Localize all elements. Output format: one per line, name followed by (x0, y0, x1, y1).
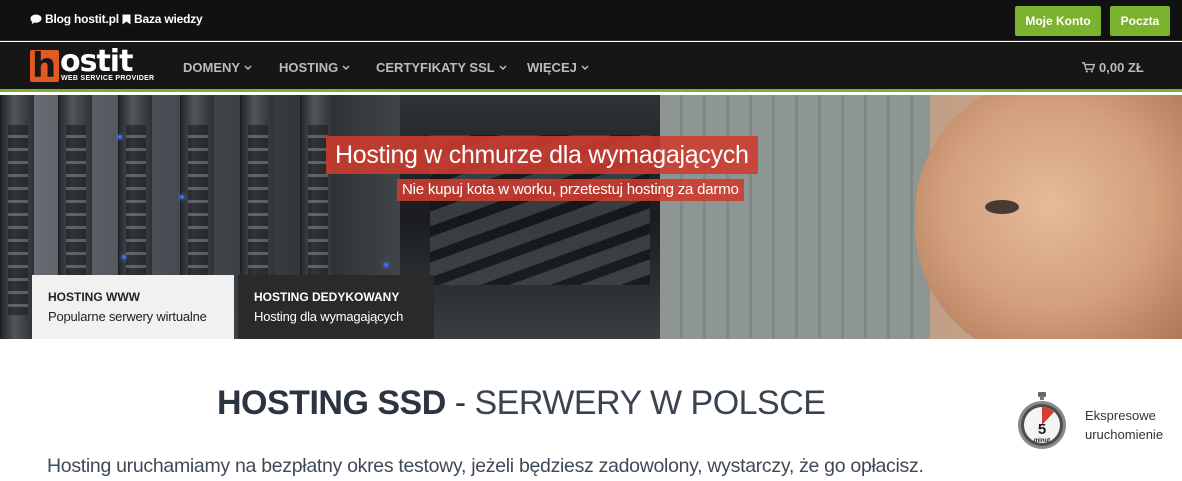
comment-icon (30, 14, 42, 24)
blog-link[interactable]: Blog hostit.pl (30, 12, 119, 26)
feature-label-line2: uruchomienie (1085, 427, 1164, 442)
mail-button[interactable]: Poczta (1110, 6, 1170, 36)
nav-item-hosting[interactable]: HOSTING (279, 60, 350, 75)
nav-item-label: HOSTING (279, 60, 339, 75)
chevron-down-icon (342, 64, 350, 70)
hero-subline: Nie kupuj kota w worku, przetestuj hosti… (397, 179, 744, 201)
cart-link[interactable]: 0,00 ZŁ (1082, 60, 1144, 75)
blog-link-label: Blog hostit.pl (45, 12, 119, 26)
background-wall-image (660, 95, 930, 339)
bookmark-icon (122, 14, 131, 24)
nav-item-label: DOMENY (183, 60, 241, 75)
server-led (384, 263, 388, 267)
tab-hosting-www[interactable]: HOSTING WWW Popularne serwery wirtualne (32, 275, 234, 339)
logo-word: ostit (60, 44, 133, 79)
chevron-down-icon (499, 64, 507, 70)
page-subtitle: Hosting uruchamiamy na bezpłatny okres t… (47, 455, 924, 477)
page-title-light: SERWERY W POLSCE (474, 384, 826, 422)
cart-icon (1082, 62, 1095, 73)
person-eye (985, 200, 1019, 214)
feature-label: Ekspresowe uruchomienie (1085, 406, 1163, 444)
page-title: HOSTING SSD - SERWERY W POLSCE (217, 384, 826, 423)
nav-item-domeny[interactable]: DOMENY (183, 60, 252, 75)
stopwatch-unit: minut (1034, 438, 1050, 444)
logo-tagline: WEB SERVICE PROVIDER (61, 75, 155, 82)
nav-item-label: CERTYFIKATY SSL (376, 60, 495, 75)
logo-mark: h (30, 46, 59, 86)
tab-title: HOSTING WWW (48, 290, 140, 304)
server-led (118, 135, 122, 139)
nav-item-wiecej[interactable]: WIĘCEJ (527, 60, 589, 75)
page-title-separator: - (445, 384, 475, 422)
server-led (122, 255, 126, 259)
tab-subtitle: Hosting dla wymagających (254, 309, 404, 324)
nav-item-ssl[interactable]: CERTYFIKATY SSL (376, 60, 507, 75)
stopwatch-number: 5 (1038, 421, 1046, 438)
chevron-down-icon (244, 64, 252, 70)
knowledge-base-label: Baza wiedzy (134, 12, 203, 26)
my-account-button[interactable]: Moje Konto (1015, 6, 1101, 36)
hero-banner: Hosting w chmurze dla wymagających Nie k… (0, 95, 1182, 339)
hero-headline: Hosting w chmurze dla wymagających (326, 136, 758, 174)
cart-total: 0,00 ZŁ (1099, 60, 1144, 75)
top-bar: Blog hostit.pl Baza wiedzy Moje Konto Po… (0, 0, 1182, 41)
nav-item-label: WIĘCEJ (527, 60, 577, 75)
chevron-down-icon (581, 64, 589, 70)
server-rack-image (0, 95, 34, 339)
server-led (180, 195, 184, 199)
stopwatch-icon: 5 minut (1018, 392, 1066, 449)
hostit-logo[interactable]: h ostit WEB SERVICE PROVIDER (30, 44, 155, 86)
feature-label-line1: Ekspresowe (1085, 408, 1156, 423)
knowledge-base-link[interactable]: Baza wiedzy (122, 12, 203, 26)
tab-hosting-dedykowany[interactable]: HOSTING DEDYKOWANY Hosting dla wymagając… (238, 275, 434, 339)
person-photo (915, 95, 1182, 339)
page-title-strong: HOSTING SSD (217, 384, 446, 422)
tab-title: HOSTING DEDYKOWANY (254, 290, 400, 304)
server-front-image (400, 95, 670, 339)
tab-subtitle: Popularne serwery wirtualne (48, 309, 207, 324)
main-nav: h ostit WEB SERVICE PROVIDER DOMENY HOST… (0, 42, 1182, 92)
